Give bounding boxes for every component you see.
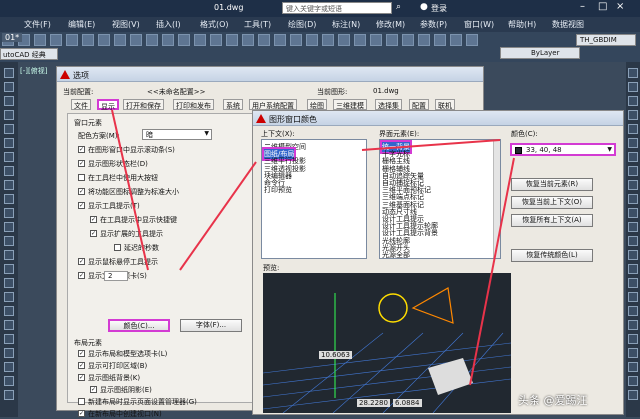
annotation-arrows (111, 109, 515, 386)
watermark: 头条 @爱踢汪 (518, 394, 588, 407)
